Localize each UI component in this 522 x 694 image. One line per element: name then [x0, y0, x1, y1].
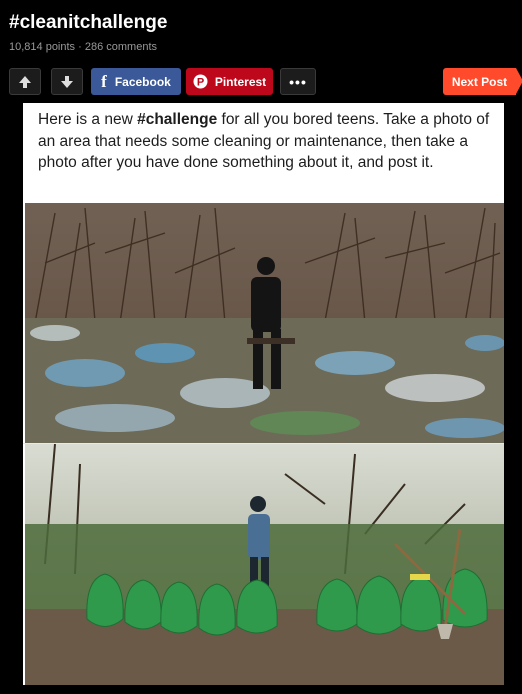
after-photo: [25, 444, 504, 685]
pinterest-share-button[interactable]: P Pinterest: [186, 68, 273, 95]
post-image: Here is a new #challenge for all you bor…: [23, 103, 504, 685]
arrow-up-icon: [19, 75, 31, 88]
points-count: 10,814 points: [9, 41, 76, 53]
meta-separator: ·: [78, 41, 82, 53]
next-post-button[interactable]: Next Post: [443, 68, 522, 95]
more-options-button[interactable]: •••: [280, 68, 316, 95]
facebook-icon: f: [101, 71, 107, 91]
post-title: #cleanitchallenge: [9, 12, 168, 33]
downvote-button[interactable]: [51, 68, 83, 95]
pinterest-icon: P: [193, 74, 208, 89]
upvote-button[interactable]: [9, 68, 41, 95]
pinterest-label: Pinterest: [214, 74, 267, 89]
before-photo: [25, 203, 504, 443]
facebook-label: Facebook: [114, 74, 171, 89]
arrow-down-icon: [61, 75, 73, 88]
facebook-share-button[interactable]: f Facebook: [91, 68, 181, 95]
image-caption: Here is a new #challenge for all you bor…: [38, 111, 490, 171]
post-meta: 10,814 points · 286 comments: [9, 41, 157, 53]
svg-text:P: P: [197, 77, 204, 89]
comments-count[interactable]: 286 comments: [85, 41, 157, 53]
